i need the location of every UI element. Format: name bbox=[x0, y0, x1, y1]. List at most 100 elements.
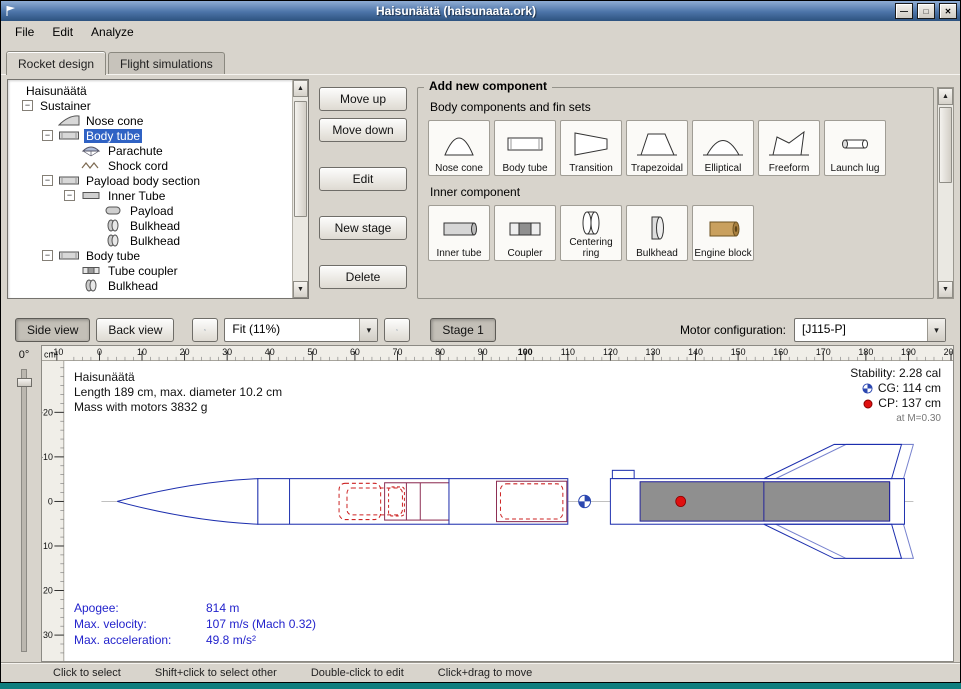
tree-item-label: Nose cone bbox=[84, 114, 145, 128]
bulkhead-icon bbox=[102, 219, 124, 232]
tree-row[interactable]: Parachute bbox=[8, 143, 292, 158]
svg-text:0: 0 bbox=[48, 496, 53, 506]
zoom-in-button[interactable] bbox=[192, 318, 218, 342]
minimize-button[interactable]: — bbox=[895, 3, 913, 19]
collapse-icon[interactable]: − bbox=[22, 100, 33, 111]
scroll-up-icon[interactable]: ▲ bbox=[938, 88, 953, 105]
bulkhead-icon bbox=[80, 279, 102, 292]
svg-text:160: 160 bbox=[773, 347, 788, 357]
tube-coupler-icon bbox=[80, 264, 102, 277]
add-engine-block-button[interactable]: Engine block bbox=[692, 205, 754, 261]
zoom-level-select[interactable]: Fit (11%) ▾ bbox=[224, 318, 378, 342]
delete-button[interactable]: Delete bbox=[319, 265, 407, 289]
svg-text:90: 90 bbox=[478, 347, 488, 357]
application-window: Haisunäätä (haisunaata.ork) — □ ✕ File E… bbox=[0, 0, 961, 683]
add-inner-tube-button[interactable]: Inner tube bbox=[428, 205, 490, 261]
tree-row[interactable]: Bulkhead bbox=[8, 233, 292, 248]
maximize-button[interactable]: □ bbox=[917, 3, 935, 19]
scrollbar-thumb[interactable] bbox=[294, 101, 307, 217]
rotation-slider[interactable] bbox=[21, 369, 27, 652]
tree-row[interactable]: Payload bbox=[8, 203, 292, 218]
hint-double-click: Double-click to edit bbox=[311, 667, 404, 679]
add-launch-lug-button[interactable]: Launch lug bbox=[824, 120, 886, 176]
tree-row[interactable]: Haisunäätä bbox=[8, 83, 292, 98]
svg-text:140: 140 bbox=[688, 347, 703, 357]
max-acceleration-value: 49.8 m/s² bbox=[206, 633, 316, 647]
stage-1-toggle[interactable]: Stage 1 bbox=[430, 318, 495, 342]
tree-row[interactable]: Bulkhead bbox=[8, 218, 292, 233]
collapse-icon[interactable]: − bbox=[42, 175, 53, 186]
edit-button[interactable]: Edit bbox=[319, 167, 407, 191]
body-components-label: Body components and fin sets bbox=[430, 100, 927, 114]
rotation-control: 0° bbox=[7, 345, 41, 662]
add-nose-cone-button[interactable]: Nose cone bbox=[428, 120, 490, 176]
svg-text:150: 150 bbox=[731, 347, 746, 357]
component-tree[interactable]: Haisunäätä − Sustainer Nose cone − bbox=[8, 80, 292, 298]
chevron-down-icon[interactable]: ▾ bbox=[359, 319, 377, 341]
add-centering-ring-button[interactable]: Centering ring bbox=[560, 205, 622, 261]
window-menu-icon[interactable] bbox=[4, 5, 17, 18]
inner-components-row: Inner tube Coupler Centering ring B bbox=[428, 205, 927, 261]
scroll-down-icon[interactable]: ▼ bbox=[293, 281, 308, 298]
rotation-slider-handle[interactable] bbox=[17, 378, 32, 387]
tree-row[interactable]: − Body tube bbox=[8, 248, 292, 263]
body-tube-shape-icon bbox=[503, 128, 547, 158]
rocket-canvas[interactable]: -100102030405060708090100110120130140150… bbox=[41, 345, 954, 662]
svg-text:10: 10 bbox=[43, 541, 53, 551]
title-bar[interactable]: Haisunäätä (haisunaata.ork) — □ ✕ bbox=[1, 1, 960, 21]
scrollbar-thumb[interactable] bbox=[939, 107, 952, 183]
add-elliptical-fin-button[interactable]: Elliptical bbox=[692, 120, 754, 176]
motor-configuration-select[interactable]: [J115-P] ▾ bbox=[794, 318, 946, 342]
add-body-tube-button[interactable]: Body tube bbox=[494, 120, 556, 176]
back-view-button[interactable]: Back view bbox=[96, 318, 174, 342]
tab-rocket-design[interactable]: Rocket design bbox=[6, 51, 106, 75]
tree-row[interactable]: Tube coupler bbox=[8, 263, 292, 278]
svg-text:-20: -20 bbox=[42, 407, 53, 417]
trapezoidal-fin-icon bbox=[635, 128, 679, 158]
launch-lug-shape[interactable] bbox=[612, 470, 634, 478]
max-velocity-label: Max. velocity: bbox=[74, 617, 206, 631]
zoom-level-value: Fit (11%) bbox=[225, 319, 287, 341]
close-button[interactable]: ✕ bbox=[939, 3, 957, 19]
tree-row[interactable]: Shock cord bbox=[8, 158, 292, 173]
scroll-down-icon[interactable]: ▼ bbox=[938, 281, 953, 298]
engine-block-icon bbox=[701, 213, 745, 243]
collapse-icon[interactable]: − bbox=[42, 130, 53, 141]
parachute-icon bbox=[80, 144, 102, 157]
tree-row[interactable]: − Sustainer bbox=[8, 98, 292, 113]
cg-marker bbox=[579, 495, 591, 507]
zoom-out-button[interactable] bbox=[384, 318, 410, 342]
add-trapezoidal-fin-button[interactable]: Trapezoidal bbox=[626, 120, 688, 176]
new-stage-button[interactable]: New stage bbox=[319, 216, 407, 240]
tree-item-label: Bulkhead bbox=[128, 234, 182, 248]
rocket-diagram-area: 0° bbox=[7, 345, 954, 662]
add-freeform-fin-button[interactable]: Freeform bbox=[758, 120, 820, 176]
collapse-icon[interactable]: − bbox=[64, 190, 75, 201]
svg-text:100: 100 bbox=[518, 347, 533, 357]
rocket-mass: Mass with motors 3832 g bbox=[74, 400, 282, 415]
tree-row[interactable]: Nose cone bbox=[8, 113, 292, 128]
chevron-down-icon[interactable]: ▾ bbox=[927, 319, 945, 341]
menu-edit[interactable]: Edit bbox=[44, 22, 81, 42]
collapse-icon[interactable]: − bbox=[42, 250, 53, 261]
tree-scrollbar[interactable]: ▲ ▼ bbox=[292, 80, 308, 298]
add-coupler-button[interactable]: Coupler bbox=[494, 205, 556, 261]
add-transition-button[interactable]: Transition bbox=[560, 120, 622, 176]
tree-row[interactable]: Bulkhead bbox=[8, 278, 292, 293]
move-up-button[interactable]: Move up bbox=[319, 87, 407, 111]
menu-analyze[interactable]: Analyze bbox=[83, 22, 142, 42]
scroll-up-icon[interactable]: ▲ bbox=[293, 80, 308, 97]
freeform-fin-icon bbox=[767, 128, 811, 158]
payload-body-section-shape[interactable] bbox=[449, 479, 568, 525]
tree-item-label: Payload bbox=[128, 204, 175, 218]
menu-file[interactable]: File bbox=[7, 22, 42, 42]
tree-row[interactable]: − Payload body section bbox=[8, 173, 292, 188]
tree-row[interactable]: − Inner Tube bbox=[8, 188, 292, 203]
tab-flight-simulations[interactable]: Flight simulations bbox=[108, 52, 225, 74]
add-panel-scrollbar[interactable]: ▲ ▼ bbox=[937, 87, 954, 299]
tree-row[interactable]: − Body tube bbox=[8, 128, 292, 143]
side-view-button[interactable]: Side view bbox=[15, 318, 90, 342]
svg-text:0: 0 bbox=[97, 347, 102, 357]
add-bulkhead-button[interactable]: Bulkhead bbox=[626, 205, 688, 261]
move-down-button[interactable]: Move down bbox=[319, 118, 407, 142]
